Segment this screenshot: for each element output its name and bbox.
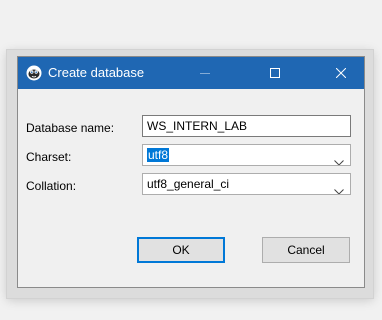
close-button[interactable] [318,57,364,89]
minimize-icon [200,68,210,78]
cancel-button[interactable]: Cancel [262,237,350,263]
create-database-dialog: Create database Database name: WS_INTERN… [17,56,365,288]
maximize-icon [270,68,280,78]
title-bar[interactable]: Create database [18,57,364,89]
collation-combobox[interactable]: utf8_general_ci [142,173,351,195]
database-name-value: WS_INTERN_LAB [147,119,248,133]
database-name-input[interactable]: WS_INTERN_LAB [142,115,351,137]
ok-button[interactable]: OK [137,237,225,263]
chevron-down-icon[interactable] [334,152,344,165]
chevron-down-icon[interactable] [334,181,344,194]
charset-label: Charset: [26,150,72,164]
page: Create database Database name: WS_INTERN… [0,0,382,320]
collation-value: utf8_general_ci [147,177,230,191]
charset-combobox[interactable]: utf8 [142,144,351,166]
minimize-button[interactable] [182,57,228,89]
close-icon [336,68,346,78]
collation-label: Collation: [26,179,77,193]
database-app-icon [26,65,42,81]
dialog-title: Create database [48,65,145,80]
charset-value: utf8 [147,148,170,162]
database-name-label: Database name: [26,121,115,135]
maximize-button[interactable] [252,57,298,89]
